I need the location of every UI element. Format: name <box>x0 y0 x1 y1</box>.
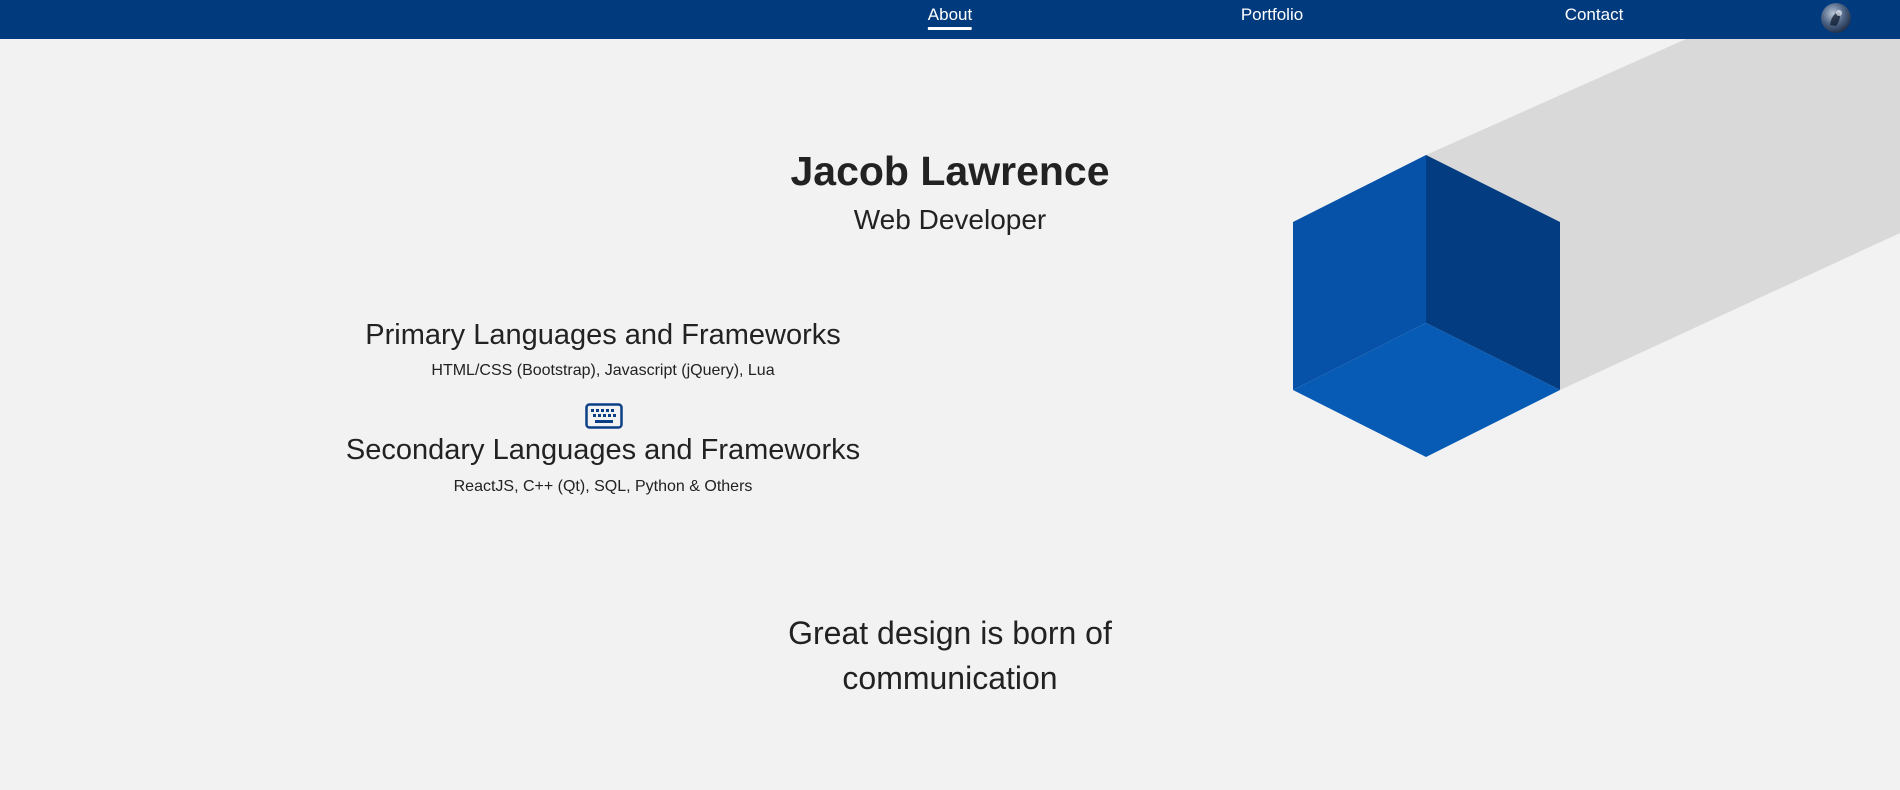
profile-avatar-icon[interactable] <box>1821 3 1851 33</box>
cube-shadow <box>1426 39 1900 390</box>
secondary-skills-list: ReactJS, C++ (Qt), SQL, Python & Others <box>453 478 753 495</box>
top-navbar: About Portfolio Contact <box>0 0 1900 39</box>
hero-name: Jacob Lawrence <box>790 148 1110 194</box>
cube-right-face <box>1426 155 1560 390</box>
cube-bottom-face <box>1293 323 1560 457</box>
secondary-skills-heading: Secondary Languages and Frameworks <box>345 434 861 466</box>
design-quote: Great design is born of communication <box>788 615 1112 696</box>
nav-link-portfolio[interactable]: Portfolio <box>1241 0 1303 30</box>
primary-skills-list: HTML/CSS (Bootstrap), Javascript (jQuery… <box>431 362 775 379</box>
nav-link-contact[interactable]: Contact <box>1565 0 1624 30</box>
cube-left-face <box>1293 155 1426 390</box>
nav-link-about[interactable]: About <box>927 0 973 30</box>
primary-skills-heading: Primary Languages and Frameworks <box>365 319 841 351</box>
page: About Portfolio Contact Jacob Lawrence W… <box>0 0 1900 790</box>
keyboard-icon <box>585 403 623 429</box>
hero-role: Web Developer <box>853 204 1047 235</box>
